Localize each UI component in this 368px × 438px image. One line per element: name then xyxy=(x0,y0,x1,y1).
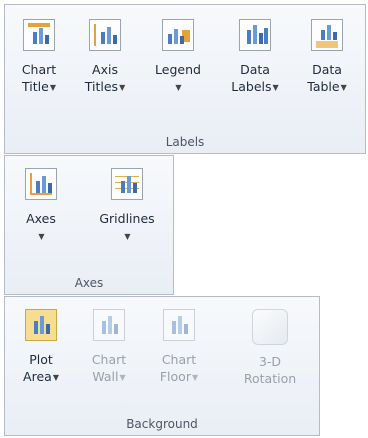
axes-icon xyxy=(25,168,57,200)
gridlines-label: Gridlines xyxy=(99,211,155,226)
plot-area-label-1: Plot xyxy=(29,352,53,367)
plot-area-button[interactable]: Plot Area▼ xyxy=(13,309,69,386)
axis-titles-label-1: Axis xyxy=(92,62,118,77)
chart-wall-icon xyxy=(93,309,125,341)
3d-rotation-label-2: Rotation xyxy=(243,371,297,386)
data-table-button[interactable]: Data Table▼ xyxy=(299,19,355,96)
axes-group-caption: Axes xyxy=(74,276,104,290)
legend-icon xyxy=(162,19,194,51)
3d-rotation-button[interactable]: 3-D Rotation xyxy=(235,309,305,387)
dropdown-arrow-icon: ▼ xyxy=(191,373,199,382)
axis-titles-button[interactable]: Axis Titles▼ xyxy=(77,19,133,96)
legend-label: Legend xyxy=(155,62,201,77)
chart-wall-label-2: Wall xyxy=(92,369,119,384)
plot-area-icon xyxy=(25,309,57,341)
dropdown-arrow-icon: ▼ xyxy=(38,232,45,241)
dropdown-arrow-icon: ▼ xyxy=(49,83,56,92)
background-group-caption: Background xyxy=(126,417,198,431)
chart-title-icon xyxy=(23,19,55,51)
3d-rotation-label-1: 3-D xyxy=(258,354,282,369)
data-table-label-1: Data xyxy=(312,62,342,77)
chart-floor-label-1: Chart xyxy=(161,352,197,367)
gridlines-button[interactable]: Gridlines ▼ xyxy=(91,168,163,245)
dropdown-arrow-icon: ▼ xyxy=(340,83,347,92)
data-labels-button[interactable]: Data Labels▼ xyxy=(227,19,283,96)
dropdown-arrow-icon: ▼ xyxy=(52,373,59,382)
chart-floor-button[interactable]: Chart Floor▼ xyxy=(151,309,207,386)
axes-label: Axes xyxy=(26,211,56,226)
dropdown-arrow-icon: ▼ xyxy=(119,83,126,92)
data-table-label-2: Table xyxy=(307,79,340,94)
data-labels-label-1: Data xyxy=(240,62,270,77)
axes-group: Axes ▼ Gridlines ▼ Axes xyxy=(4,155,174,295)
chart-wall-button[interactable]: Chart Wall▼ xyxy=(81,309,137,386)
chart-floor-icon xyxy=(163,309,195,341)
labels-group: Chart Title▼ Axis Titles▼ Legend ▼ Data xyxy=(4,4,366,154)
dropdown-arrow-icon: ▼ xyxy=(272,83,279,92)
chart-floor-label-2: Floor xyxy=(159,369,191,384)
dropdown-arrow-icon: ▼ xyxy=(124,232,131,241)
chart-title-label-1: Chart xyxy=(21,62,57,77)
3d-rotation-icon xyxy=(252,309,288,345)
background-group: Plot Area▼ Chart Wall▼ Chart Floor▼ 3-D … xyxy=(4,296,320,436)
chart-wall-label-1: Chart xyxy=(91,352,127,367)
gridlines-icon xyxy=(111,168,143,200)
legend-button[interactable]: Legend ▼ xyxy=(150,19,206,96)
axes-button[interactable]: Axes ▼ xyxy=(13,168,69,245)
data-labels-label-2: Labels xyxy=(231,79,272,94)
chart-title-button[interactable]: Chart Title▼ xyxy=(11,19,67,96)
axis-titles-icon xyxy=(89,19,121,51)
chart-title-label-2: Title xyxy=(22,79,49,94)
plot-area-label-2: Area xyxy=(23,369,52,384)
labels-group-caption: Labels xyxy=(165,135,205,149)
axis-titles-label-2: Titles xyxy=(84,79,119,94)
dropdown-arrow-icon: ▼ xyxy=(175,83,182,92)
dropdown-arrow-icon: ▼ xyxy=(119,373,126,382)
data-table-icon xyxy=(311,19,343,51)
data-labels-icon xyxy=(239,19,271,51)
